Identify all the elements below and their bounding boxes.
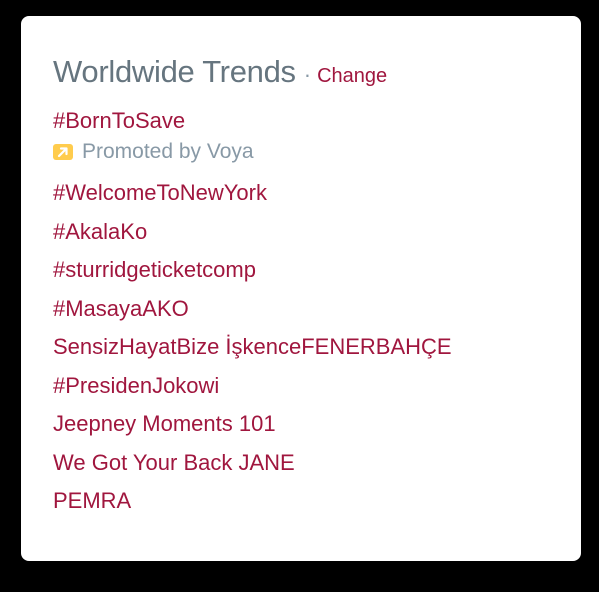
trend-item[interactable]: Jeepney Moments 101 [53, 409, 581, 439]
promoted-trend-link[interactable]: #BornToSave [53, 106, 581, 136]
promoted-label: Promoted by Voya [53, 136, 581, 168]
promoted-arrow-icon [53, 144, 73, 160]
trend-item[interactable]: #WelcomeToNewYork [53, 178, 581, 208]
trend-item[interactable]: SensizHayatBize İşkenceFENERBAHÇE [53, 332, 581, 362]
trend-item[interactable]: #sturridgeticketcomp [53, 255, 581, 285]
trends-title: Worldwide Trends [53, 54, 296, 89]
trends-module: Worldwide Trends · Change #BornToSave Pr… [21, 16, 581, 561]
trend-item[interactable]: #MasayaAKO [53, 294, 581, 324]
trend-item[interactable]: PEMRA [53, 486, 581, 516]
trend-item[interactable]: #AkalaKo [53, 217, 581, 247]
trend-item[interactable]: We Got Your Back JANE [53, 448, 581, 478]
promoted-by-text: Promoted by Voya [82, 140, 254, 163]
change-location-link[interactable]: Change [317, 65, 387, 88]
trend-item[interactable]: #PresidenJokowi [53, 371, 581, 401]
title-separator: · [303, 62, 312, 87]
trends-header: Worldwide Trends · Change [53, 54, 581, 90]
